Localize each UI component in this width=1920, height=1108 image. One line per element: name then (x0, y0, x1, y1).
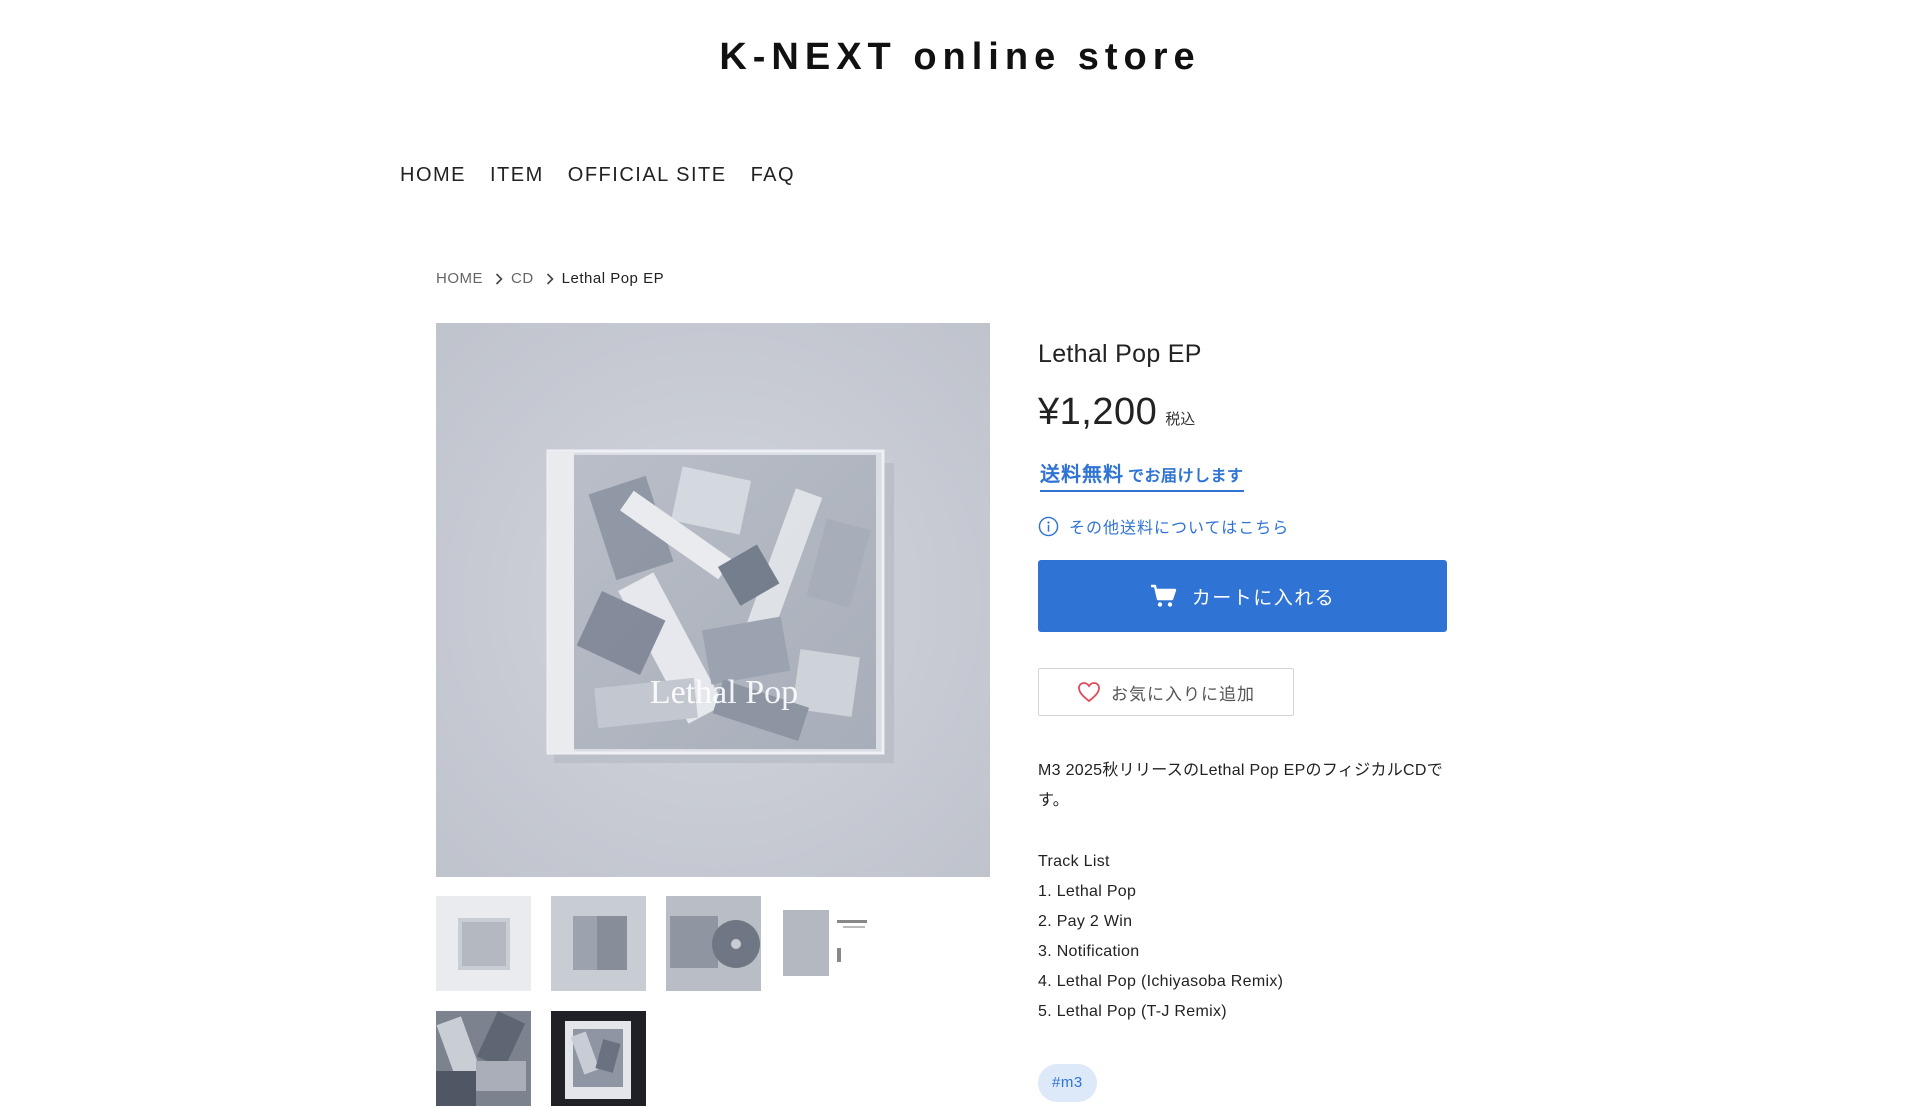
add-to-cart-button[interactable]: カートに入れる (1038, 560, 1447, 632)
product-info: Lethal Pop EP ¥1,200 税込 送料無料 でお届けします その他… (1038, 340, 1478, 1102)
cart-icon (1150, 584, 1178, 608)
track-item: 3. Notification (1038, 943, 1140, 960)
product-description: M3 2025秋リリースのLethal Pop EPのフィジカルCDで す。 T… (1038, 756, 1478, 1027)
product-price: ¥1,200 (1038, 391, 1158, 433)
global-nav: HOME ITEM OFFICIAL SITE FAQ (400, 164, 795, 187)
free-shipping-sub: でお届けします (1128, 468, 1244, 485)
add-to-favorites-label: お気に入りに追加 (1111, 684, 1255, 704)
product-thumbnails (436, 896, 990, 1106)
track-item: 5. Lethal Pop (T-J Remix) (1038, 1003, 1227, 1020)
info-icon (1038, 516, 1059, 537)
nav-item[interactable]: ITEM (490, 164, 544, 187)
thumbnail-1[interactable] (436, 896, 531, 991)
add-to-cart-label: カートに入れる (1191, 587, 1336, 609)
nav-faq[interactable]: FAQ (751, 164, 796, 187)
product-title: Lethal Pop EP (1038, 340, 1202, 368)
price-row: ¥1,200 税込 (1038, 391, 1478, 434)
product-main-image[interactable]: Lethal Pop (436, 323, 990, 877)
shipping-info-link[interactable]: その他送料についてはこちら (1038, 514, 1478, 538)
thumbnail-3[interactable] (666, 896, 761, 991)
description-line: す。 (1038, 792, 1070, 809)
free-shipping-badge: 送料無料 でお届けします (1040, 458, 1244, 492)
add-to-favorites-button[interactable]: お気に入りに追加 (1038, 668, 1294, 716)
thumbnail-2[interactable] (551, 896, 646, 991)
cover-title-text: Lethal Pop (650, 674, 798, 711)
tracklist-heading: Track List (1038, 853, 1110, 870)
breadcrumb-current: Lethal Pop EP (561, 270, 665, 287)
breadcrumb-home[interactable]: HOME (436, 270, 483, 287)
nav-official-site[interactable]: OFFICIAL SITE (568, 164, 727, 187)
nav-home[interactable]: HOME (400, 164, 466, 187)
shipping-info-text[interactable]: その他送料についてはこちら (1069, 514, 1289, 538)
site-title[interactable]: K-NEXT online store (0, 36, 1920, 79)
track-item: 1. Lethal Pop (1038, 883, 1137, 900)
free-shipping-label: 送料無料 (1040, 464, 1124, 486)
chevron-right-icon (495, 272, 503, 285)
chevron-right-icon (546, 272, 554, 285)
tax-note: 税込 (1165, 411, 1196, 428)
product-tag[interactable]: #m3 (1038, 1064, 1097, 1102)
track-item: 4. Lethal Pop (Ichiyasoba Remix) (1038, 973, 1284, 990)
breadcrumb: HOME CD Lethal Pop EP (436, 270, 664, 287)
description-line: M3 2025秋リリースのLethal Pop EPのフィジカルCDで (1038, 762, 1444, 779)
thumbnail-6[interactable] (551, 1011, 646, 1106)
track-item: 2. Pay 2 Win (1038, 913, 1133, 930)
heart-icon (1077, 681, 1101, 703)
breadcrumb-category[interactable]: CD (511, 270, 534, 287)
thumbnail-5[interactable] (436, 1011, 531, 1106)
thumbnail-4[interactable] (781, 896, 876, 991)
